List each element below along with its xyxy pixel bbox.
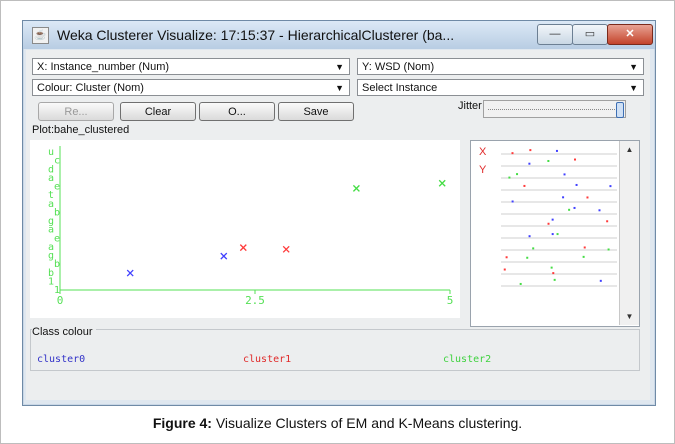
open-button[interactable]: O... [199, 102, 275, 121]
attribute-bar[interactable] [501, 278, 617, 287]
x-axis-select[interactable]: X: Instance_number (Num) ▼ [32, 58, 350, 75]
data-point-cluster0 [126, 269, 134, 277]
scatter-plot[interactable]: ucdaetabgaeagbb110 2.5 5 [30, 140, 460, 318]
save-button[interactable]: Save [278, 102, 354, 121]
class-colour-panel [30, 329, 640, 371]
jitter-slider[interactable] [483, 100, 626, 118]
weka-window: ☕ Weka Clusterer Visualize: 17:15:37 - H… [22, 20, 656, 406]
caption-text: Visualize Clusters of EM and K-Means clu… [211, 415, 523, 431]
attribute-bar[interactable] [501, 173, 617, 179]
slider-track [488, 109, 617, 110]
x-axis-select-value: X: Instance_number (Num) [37, 61, 170, 73]
attribute-bar[interactable] [501, 149, 617, 155]
class-colour-title: Class colour [32, 326, 96, 338]
attribute-bar[interactable] [501, 158, 617, 167]
x-tick-label: 2.5 [245, 294, 265, 307]
caption-label: Figure 4: [152, 415, 212, 431]
data-point-cluster1 [282, 245, 290, 253]
attribute-bar[interactable] [501, 255, 617, 263]
reset-button[interactable]: Re... [38, 102, 114, 121]
scroll-down-icon[interactable]: ▼ [620, 312, 639, 321]
app-icon: ☕ [32, 27, 49, 44]
attribute-bar[interactable] [501, 206, 617, 215]
attribute-bar[interactable] [501, 246, 617, 251]
window-title: Weka Clusterer Visualize: 17:15:37 - Hie… [57, 27, 455, 43]
chevron-down-icon: ▼ [335, 62, 344, 72]
figure-caption: Figure 4: Visualize Clusters of EM and K… [0, 415, 675, 431]
close-button[interactable]: ✕ [607, 24, 653, 45]
attribute-bar[interactable] [501, 233, 617, 239]
y-tick-label: b [54, 259, 60, 270]
select-instance-select[interactable]: Select Instance ▼ [357, 79, 644, 96]
y-tick-label: c [54, 156, 60, 167]
data-point-cluster1 [239, 244, 247, 252]
data-point-cluster2 [438, 179, 446, 187]
attribute-bar[interactable] [501, 183, 617, 191]
scroll-up-icon[interactable]: ▲ [620, 145, 639, 154]
data-point-cluster2 [352, 184, 360, 192]
minimize-button[interactable]: — [537, 24, 573, 45]
legend-item-cluster0[interactable]: cluster0 [37, 354, 85, 365]
x-marker: X [479, 146, 487, 158]
attribute-panel: X Y ▲ ▼ [470, 140, 640, 327]
chevron-down-icon: ▼ [629, 62, 638, 72]
chevron-down-icon: ▼ [629, 83, 638, 93]
legend-item-cluster2[interactable]: cluster2 [443, 354, 491, 365]
y-tick-label: b [54, 207, 60, 218]
legend-item-cluster1[interactable]: cluster1 [243, 354, 291, 365]
maximize-button[interactable]: ▭ [572, 24, 608, 45]
y-tick-label: e [54, 233, 60, 244]
y-marker: Y [479, 164, 487, 176]
clear-button[interactable]: Clear [120, 102, 196, 121]
y-axis-select[interactable]: Y: WSD (Nom) ▼ [357, 58, 644, 75]
y-tick-label: e [54, 182, 60, 193]
attribute-bars: X Y [479, 146, 617, 287]
plot-title: Plot:bahe_clustered [32, 124, 130, 136]
attribute-scrollbar[interactable]: ▲ ▼ [619, 141, 639, 325]
chevron-down-icon: ▼ [335, 83, 344, 93]
slider-thumb[interactable] [616, 102, 624, 118]
colour-select-value: Colour: Cluster (Nom) [37, 82, 144, 94]
x-tick-label: 0 [57, 294, 64, 307]
attribute-bar[interactable] [501, 196, 617, 203]
select-instance-value: Select Instance [362, 82, 438, 94]
jitter-label: Jitter [458, 100, 482, 112]
attribute-bar[interactable] [501, 266, 617, 275]
y-axis-select-value: Y: WSD (Nom) [362, 61, 435, 73]
data-point-cluster0 [220, 252, 228, 260]
title-bar: ☕ Weka Clusterer Visualize: 17:15:37 - H… [23, 21, 655, 49]
attribute-bar[interactable] [501, 218, 617, 227]
x-tick-label: 5 [447, 294, 454, 307]
colour-select[interactable]: Colour: Cluster (Nom) ▼ [32, 79, 350, 96]
